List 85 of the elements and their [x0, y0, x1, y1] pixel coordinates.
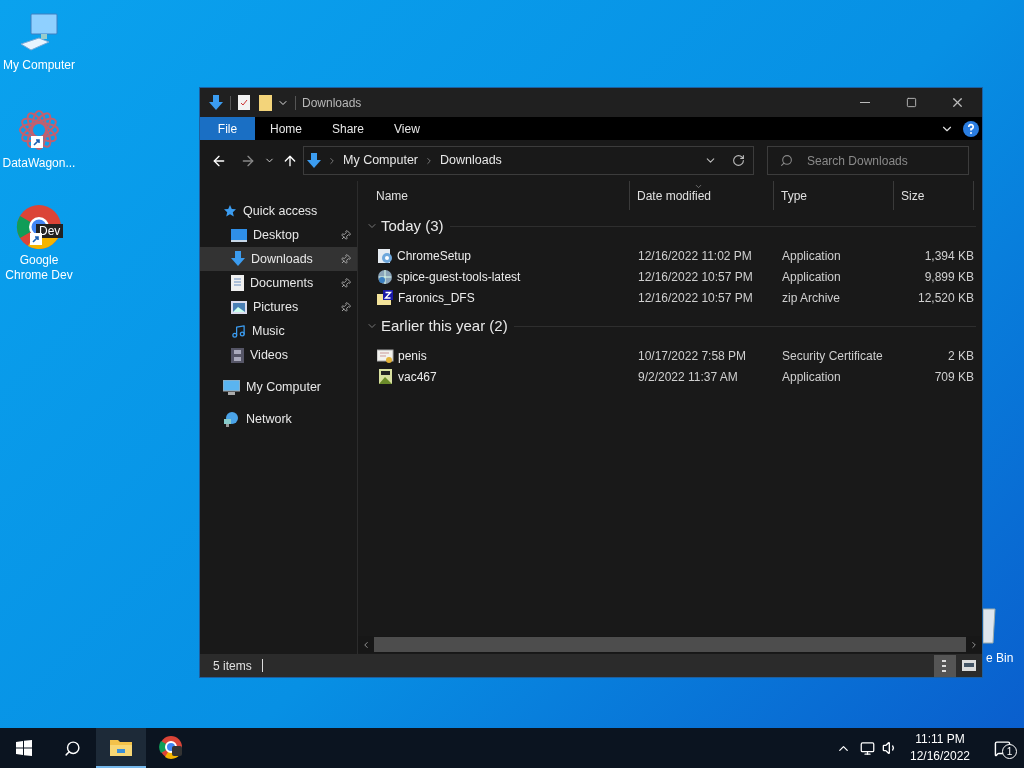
search-field[interactable]: Search Downloads	[767, 146, 969, 175]
scroll-right-icon[interactable]	[969, 639, 979, 650]
column-header[interactable]: Size	[894, 181, 974, 210]
globe-icon	[377, 268, 393, 285]
file-name[interactable]: ChromeSetup	[397, 246, 472, 265]
date-cell-text: 9/2/2022 11:37 AM	[638, 368, 739, 386]
ribbon-tab[interactable]: File	[200, 117, 255, 140]
breadcrumb[interactable]: Downloads	[440, 151, 502, 170]
type-cell-text: Security Certificate	[782, 347, 884, 365]
file-explorer-taskbar-button[interactable]	[96, 728, 146, 768]
network-globe-icon	[223, 411, 240, 427]
star-icon	[223, 204, 237, 218]
date-cell-text: 12/16/2022 10:57 PM	[638, 268, 754, 286]
sort-caret-icon	[694, 182, 703, 191]
breadcrumb-chevron-icon[interactable]	[327, 155, 337, 166]
minimize-icon	[860, 102, 870, 103]
download-arrow-icon	[231, 251, 245, 267]
size-cell-text: 9,899 KB	[923, 268, 974, 286]
folder-icon	[110, 738, 132, 756]
file-name[interactable]: spice-guest-tools-latest	[397, 267, 521, 286]
document-icon	[231, 275, 244, 291]
zip-archive-icon	[377, 289, 394, 306]
desktop-icon	[231, 228, 247, 242]
type-cell-text: Application	[782, 247, 842, 265]
checklist-icon[interactable]	[238, 95, 250, 110]
file-name[interactable]: vac467	[398, 367, 437, 386]
nav-item[interactable]: Quick access	[200, 199, 357, 223]
ribbon-tab[interactable]: View	[379, 117, 435, 140]
size-cell-text: 2 KB	[947, 347, 974, 365]
group-header[interactable]: Today (3)	[381, 214, 444, 238]
group-header[interactable]: Earlier this year (2)	[381, 314, 508, 338]
nav-item[interactable]: Network	[200, 407, 357, 431]
search-icon	[780, 154, 793, 167]
folder-icon[interactable]	[259, 94, 272, 111]
date-cell-text: 12/16/2022 11:02 PM	[638, 247, 753, 265]
column-header[interactable]: Name	[369, 181, 630, 210]
notification-count: 1	[1002, 744, 1017, 759]
item-count: 5 items	[213, 657, 252, 675]
column-header[interactable]: Date modified	[630, 181, 774, 210]
size-cell-text: 12,520 KB	[916, 289, 974, 307]
music-note-icon	[231, 323, 246, 339]
address-bar[interactable]: My Computer Downloads	[303, 146, 754, 175]
computer-icon	[223, 379, 240, 395]
chrome-dev-icon	[159, 735, 183, 759]
type-cell-text: Application	[782, 268, 842, 286]
file-name[interactable]: penis	[398, 346, 427, 365]
date-cell-text: 12/16/2022 10:57 PM	[638, 289, 754, 307]
desktop-icon-label: e Bin	[986, 651, 1014, 665]
date-cell-text: 10/17/2022 7:58 PM	[638, 347, 748, 365]
clock[interactable]: 11:11 PM 12/16/2022	[906, 731, 974, 765]
size-cell-text: 709 KB	[933, 368, 974, 386]
details-view-icon	[942, 659, 948, 672]
download-arrow-icon[interactable]	[209, 94, 223, 111]
picture-icon	[231, 300, 247, 314]
nav-item[interactable]: Desktop	[200, 223, 357, 247]
download-arrow-icon	[307, 152, 321, 169]
type-cell-text: zip Archive	[782, 289, 842, 307]
atom-icon	[17, 108, 61, 152]
nav-item[interactable]: Documents	[200, 271, 357, 295]
breadcrumb[interactable]: My Computer	[343, 151, 419, 170]
nav-item[interactable]: Pictures	[200, 295, 357, 319]
installer-icon	[377, 247, 393, 264]
search-icon	[63, 739, 81, 757]
type-cell-text: Application	[782, 368, 842, 386]
details-view-button[interactable]	[934, 654, 956, 677]
refresh-icon[interactable]	[732, 154, 745, 167]
window-title: Downloads	[302, 94, 362, 112]
nav-item[interactable]: My Computer	[200, 375, 357, 399]
help-icon[interactable]	[963, 120, 979, 137]
scroll-left-icon[interactable]	[361, 639, 371, 650]
certificate-icon	[377, 347, 394, 364]
column-header[interactable]: Type	[774, 181, 894, 210]
nav-item[interactable]: Music	[200, 319, 357, 343]
nav-item[interactable]: Downloads	[200, 247, 357, 271]
film-icon	[231, 347, 244, 363]
windows-logo-icon	[16, 740, 32, 756]
large-icons-view-icon	[962, 660, 976, 671]
ribbon-tab[interactable]: Home	[255, 117, 317, 140]
file-name[interactable]: Faronics_DFS	[398, 288, 475, 307]
size-cell-text: 1,394 KB	[923, 247, 974, 265]
application-icon	[377, 368, 394, 385]
ribbon-tab[interactable]: Share	[317, 117, 380, 140]
network-icon[interactable]	[860, 740, 875, 756]
maximize-icon	[905, 97, 917, 108]
nav-item[interactable]: Videos	[200, 343, 357, 367]
